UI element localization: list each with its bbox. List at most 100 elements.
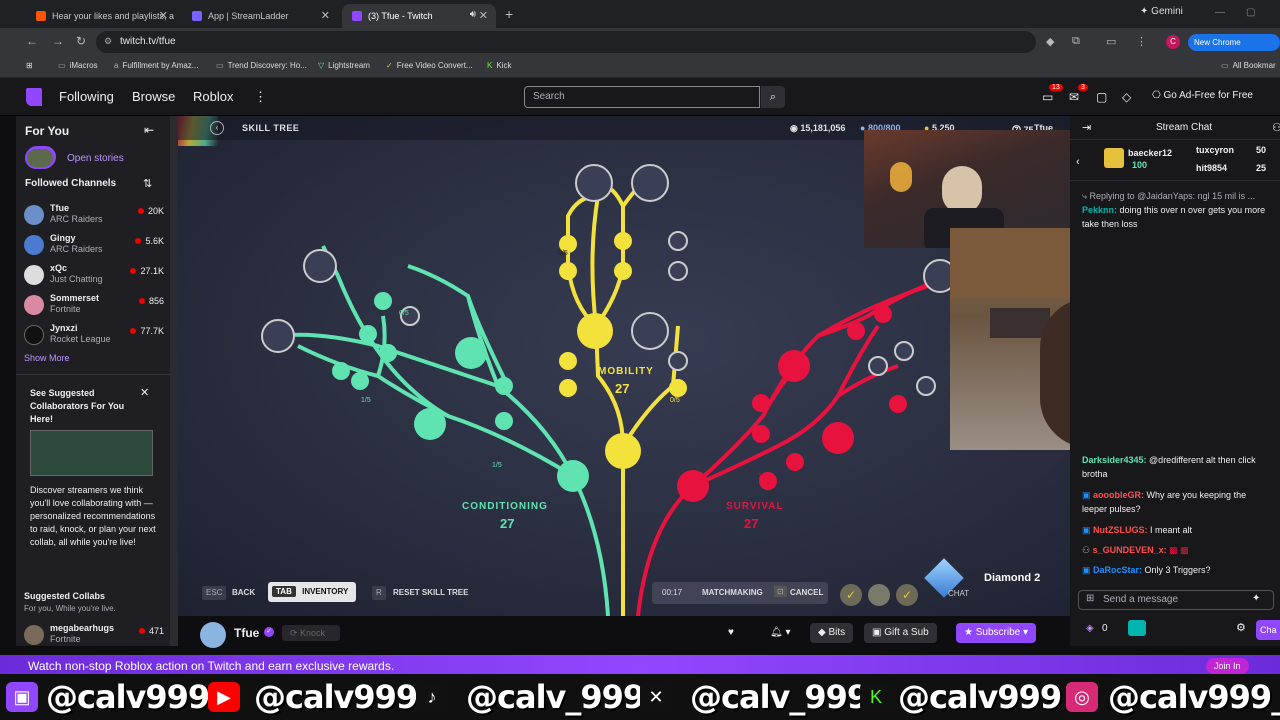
followed-channel-jynxzi[interactable]: Jynxzi Rocket League 77.7K <box>24 322 174 350</box>
forward-arrow-icon[interactable]: → <box>52 34 64 48</box>
menu-icon[interactable]: ⋮ <box>1136 35 1147 48</box>
close-icon[interactable]: ✕ <box>140 386 149 399</box>
extension-icon[interactable]: ◆ <box>1046 35 1054 48</box>
browser-tab-soundcloud[interactable]: Hear your likes and playlists, a ✕ <box>26 4 176 28</box>
bookmark-label: Trend Discovery: Ho... <box>227 61 307 70</box>
subscribe-button[interactable]: ★ Subscribe ▾ <box>956 623 1037 643</box>
chat-username[interactable]: Darksider4345: <box>1082 455 1147 465</box>
streamladder-icon <box>192 11 202 21</box>
followed-channel-gingy[interactable]: Gingy ARC Raiders 5.6K <box>24 232 174 260</box>
followed-channel-tfue[interactable]: Tfue ARC Raiders 20K <box>24 202 174 230</box>
inbox-icon[interactable]: ▭ <box>1042 90 1053 104</box>
reload-icon[interactable]: ↻ <box>76 34 86 48</box>
avatar <box>24 205 44 225</box>
gift-sub-button[interactable]: ▣ Gift a Sub <box>864 623 937 643</box>
maximize-icon[interactable]: ▢ <box>1246 7 1255 18</box>
settings-icon[interactable]: ⚙ <box>1236 621 1246 634</box>
channel-game: ARC Raiders <box>50 214 103 224</box>
chat-placeholder: Send a message <box>1103 594 1179 605</box>
whispers-icon[interactable]: ✉ <box>1069 90 1079 104</box>
chat-username[interactable]: DaRocStar: <box>1093 565 1142 575</box>
nav-following[interactable]: Following <box>59 89 114 104</box>
search-icon[interactable]: ⌕ <box>761 86 785 108</box>
follow-heart-icon[interactable]: ♥ <box>720 623 742 643</box>
live-dot <box>130 328 137 334</box>
followed-channel-sommerset[interactable]: Sommerset Fortnite 856 <box>24 292 174 320</box>
channel-points-icon[interactable]: ◈ <box>1086 623 1094 634</box>
show-more-link[interactable]: Show More <box>24 353 70 363</box>
join-in-button[interactable]: Join In <box>1206 658 1249 674</box>
chat-username[interactable]: s_GUNDEVEN_x: <box>1093 545 1167 555</box>
channel-avatar[interactable] <box>200 622 226 648</box>
browser-tab-streamladder[interactable]: App | StreamLadder ✕ <box>182 4 338 28</box>
suggested-channel[interactable]: megabearhugs Fortnite 471 <box>24 622 174 650</box>
avatar <box>24 235 44 255</box>
skill-nodes <box>261 164 957 502</box>
cast-icon[interactable]: ▭ <box>1106 35 1116 48</box>
chevron-left-icon[interactable]: ‹ <box>1076 156 1080 168</box>
close-icon[interactable]: ✕ <box>321 9 330 22</box>
bits-icon[interactable]: ✦ <box>1252 593 1260 604</box>
search-input[interactable]: Search <box>524 86 760 108</box>
new-chrome-button[interactable]: New Chrome available <box>1188 34 1280 64</box>
gifter-count: 50 <box>1256 145 1267 155</box>
open-stories-label[interactable]: Open stories <box>67 153 124 164</box>
knock-button[interactable]: ⟳ Knock <box>282 625 340 641</box>
bookmark-imacros[interactable]: ▭ iMacros <box>58 61 98 70</box>
notification-badge: 13 <box>1049 84 1063 91</box>
live-dot <box>138 298 145 304</box>
browser-tab-twitch[interactable]: (3) Tfue - Twitch 🔊︎ ✕ <box>342 4 496 28</box>
node-count: 1/5 <box>758 473 768 480</box>
conditioning-points: 27 <box>500 516 515 531</box>
viewer-count-value: 471 <box>148 626 164 636</box>
chat-bubble-icon[interactable]: ▢ <box>1096 90 1107 104</box>
more-menu-icon[interactable]: ⋮ <box>254 89 267 105</box>
bookmark-fulfillment[interactable]: a Fulfillment by Amaz... <box>114 61 198 70</box>
sidebar-scrollbar[interactable] <box>170 116 178 646</box>
reward-icon[interactable] <box>1128 620 1146 636</box>
close-icon[interactable]: ✕ <box>159 9 168 22</box>
notification-bell-icon[interactable]: 🔔︎ ▾ <box>762 623 799 643</box>
site-info-icon[interactable]: ⚙ <box>104 36 112 47</box>
all-bookmarks[interactable]: ▭ All Bookmar <box>1221 61 1276 70</box>
emote-picker-icon[interactable]: ⊞ <box>1086 593 1094 604</box>
bookmark-trend[interactable]: ▭ Trend Discovery: Ho... <box>216 61 307 70</box>
social-handle: @calv999 <box>254 678 418 716</box>
chat-username[interactable]: NutZSLUGS: <box>1093 525 1148 535</box>
channel-name: xQc <box>50 263 68 273</box>
followed-channel-xqc[interactable]: xQc Just Chatting 27.1K <box>24 262 174 290</box>
gemini-button[interactable]: ✦ Gemini <box>1140 6 1183 17</box>
close-icon[interactable]: ✕ <box>479 9 488 22</box>
back-arrow-icon[interactable]: ← <box>26 34 38 48</box>
bits-button[interactable]: ◆ Bits <box>810 623 854 643</box>
profile-avatar[interactable]: C <box>1166 35 1180 49</box>
channel-name[interactable]: Tfue <box>234 626 259 640</box>
sort-icon[interactable]: ⇅ <box>143 177 152 190</box>
users-icon[interactable]: ⚇ <box>1272 121 1280 134</box>
ad-free-button[interactable]: ⎔ Go Ad-Free for Free <box>1152 90 1253 101</box>
chat-input[interactable]: Send a message <box>1078 590 1274 610</box>
skill-node <box>631 312 669 350</box>
bookmark-video-converter[interactable]: ✓ Free Video Convert... <box>386 61 473 70</box>
stories-avatar[interactable] <box>25 147 55 169</box>
badge-icon: ▣ <box>1082 525 1094 535</box>
collapse-chat-icon[interactable]: ⇥ <box>1082 121 1091 134</box>
apps-grid-icon[interactable]: ⊞ <box>26 61 33 70</box>
nav-browse[interactable]: Browse <box>132 89 175 104</box>
ad-free-label: Go Ad-Free for Free <box>1163 90 1253 101</box>
bookmark-kick[interactable]: K Kick <box>487 61 511 70</box>
bookmark-lightstream[interactable]: ▽ Lightstream <box>318 61 370 70</box>
crown-icon[interactable]: ◇ <box>1122 90 1131 104</box>
puzzle-icon[interactable]: ⧉ <box>1072 35 1080 48</box>
skill-node <box>786 453 804 471</box>
new-tab-button[interactable]: + <box>505 6 513 22</box>
address-bar[interactable]: twitch.tv/tfue <box>96 31 1036 53</box>
minimize-icon[interactable]: — <box>1215 7 1225 18</box>
speaker-icon[interactable]: 🔊︎ <box>470 9 476 20</box>
nav-roblox[interactable]: Roblox <box>193 89 233 104</box>
chat-username[interactable]: aooobleGR: <box>1093 490 1144 500</box>
twitch-logo-icon[interactable] <box>26 88 42 106</box>
chat-username[interactable]: Pekknn: <box>1082 205 1117 215</box>
chat-send-button[interactable]: Cha <box>1256 620 1280 640</box>
collapse-sidebar-icon[interactable]: ⇤ <box>144 123 154 137</box>
